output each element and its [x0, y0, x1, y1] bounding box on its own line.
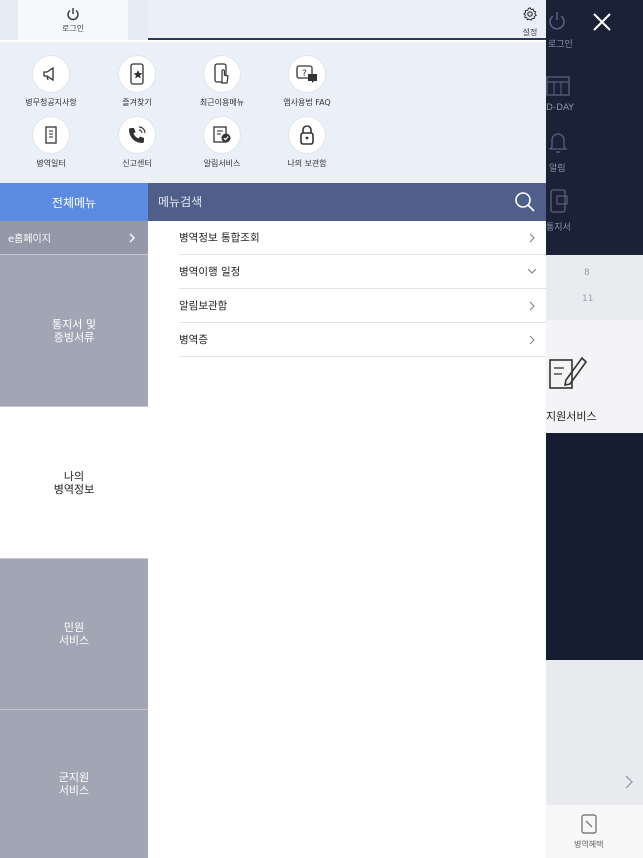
quick-label: 앱사용법 FAQ [283, 98, 331, 107]
bg-bell-icon [548, 133, 568, 153]
category-notices[interactable]: 통지서 및 증빙서류 [0, 255, 148, 407]
bg-dates-band [546, 255, 643, 320]
bg-login-text: 로그인 [548, 40, 573, 50]
bg-document-pen-icon [549, 356, 588, 389]
quick-label: 병역일터 [36, 159, 66, 168]
quick-item-storage[interactable]: 나의 보관함 [264, 117, 350, 169]
settings-label: 설정 [522, 28, 538, 37]
quick-menu: 병무청공지사항 즐겨찾기 최근이용메뉴 ? 앱사용법 FAQ 병역일터 신고센터… [0, 42, 546, 183]
menu-tabs: 전체메뉴 [0, 183, 546, 221]
search-input[interactable] [156, 190, 496, 214]
phone-call-icon [129, 126, 146, 143]
submenu-item[interactable]: 알림보관함 [179, 289, 546, 323]
quick-label: 즐겨찾기 [122, 98, 152, 107]
chevron-right-icon [129, 233, 135, 243]
chevron-down-icon [527, 268, 537, 274]
menu-search-bar [148, 183, 546, 221]
bg-chevron-right-icon [625, 775, 633, 789]
gear-icon [522, 7, 537, 21]
quick-label: 알림서비스 [203, 159, 241, 168]
megaphone-icon [43, 66, 54, 82]
category-label: 증빙서류 [53, 330, 95, 344]
submenu-item[interactable]: 병역정보 통합조회 [179, 221, 546, 255]
svg-text:?: ? [302, 69, 307, 79]
bg-dday-text: D-DAY [546, 103, 574, 113]
quick-label: 최근이용메뉴 [199, 98, 245, 107]
settings-button[interactable]: 설정 [516, 6, 544, 38]
submenu-label: 병역증 [179, 334, 208, 346]
category-nav: e홈페이지 통지서 및 증빙서류 나의 병역정보 민원 서비스 군지원 서비스 [0, 221, 148, 858]
tab-all-menu[interactable]: 전체메뉴 [0, 183, 148, 221]
ehome-link[interactable]: e홈페이지 [0, 221, 148, 255]
quick-item-report[interactable]: 신고센터 [94, 117, 180, 169]
menu-panel: 로그인 설정 병무청공지사항 즐겨찾기 최근이용메뉴 ? 앱사용법 FAQ 병역… [0, 0, 546, 858]
quick-item-faq[interactable]: ? 앱사용법 FAQ [264, 56, 350, 108]
bg-benefit-icon [581, 814, 597, 834]
submenu-item[interactable]: 병역증 [179, 323, 546, 357]
document-check-icon [213, 126, 231, 143]
bg-power-icon [549, 12, 565, 30]
category-label: 민원 [63, 621, 85, 634]
category-my-info[interactable]: 나의 병역정보 [0, 407, 148, 559]
submenu-label: 병역정보 통합조회 [179, 232, 260, 244]
ehome-label: e홈페이지 [8, 234, 51, 245]
submenu-label: 알림보관함 [179, 300, 228, 312]
quick-label: 병무청공지사항 [25, 98, 77, 107]
category-label: 서비스 [58, 784, 90, 797]
category-label: 통지서 및 [52, 317, 96, 331]
phone-star-icon [130, 63, 144, 85]
lock-icon [300, 125, 314, 145]
chevron-right-icon [529, 233, 535, 243]
bg-date-1: 8 [584, 268, 590, 278]
category-label: 나의 [63, 469, 85, 483]
category-military-support[interactable]: 군지원 서비스 [0, 710, 148, 858]
quick-item-favorites[interactable]: 즐겨찾기 [94, 56, 180, 108]
power-icon [67, 8, 79, 21]
quick-label: 나의 보관함 [287, 159, 327, 168]
menu-top-bar: 로그인 설정 [0, 0, 546, 40]
submenu-list: 병역정보 통합조회 병역이행 일정 알림보관함 병역증 [148, 221, 546, 357]
bg-dark-band [546, 433, 643, 660]
close-icon[interactable] [586, 6, 618, 38]
category-civil-service[interactable]: 민원 서비스 [0, 559, 148, 710]
submenu-label: 병역이행 일정 [179, 266, 241, 278]
quick-label: 신고센터 [122, 159, 152, 168]
login-label: 로그인 [61, 24, 85, 33]
bg-notice-text: 통지서 [546, 223, 571, 233]
bg-date-2: 11 [582, 294, 594, 304]
quick-item-notice[interactable]: 병무청공지사항 [8, 56, 94, 108]
submenu-item[interactable]: 병역이행 일정 [179, 255, 546, 289]
chevron-right-icon [529, 301, 535, 311]
bg-service-text: 지원서비스 [546, 410, 597, 423]
login-tab: 로그인 [0, 0, 148, 40]
category-label: 서비스 [58, 634, 90, 647]
bg-calendar-icon [546, 76, 570, 96]
bg-notice-icon [550, 189, 568, 213]
bg-alarm-text: 알림 [549, 164, 566, 174]
quick-item-workplace[interactable]: 병역일터 [8, 117, 94, 169]
bg-nav-label: 병역혜택 [574, 840, 604, 849]
category-label: 병역정보 [53, 482, 95, 496]
phone-touch-icon [214, 63, 229, 84]
help-chat-icon: ? [296, 65, 317, 83]
category-label: 군지원 [58, 771, 90, 784]
chevron-right-icon [529, 335, 535, 345]
quick-item-recent[interactable]: 최근이용메뉴 [179, 56, 265, 108]
login-button[interactable]: 로그인 [18, 0, 128, 40]
building-icon [45, 126, 57, 144]
search-icon[interactable] [514, 191, 536, 213]
quick-item-alerts[interactable]: 알림서비스 [179, 117, 265, 169]
